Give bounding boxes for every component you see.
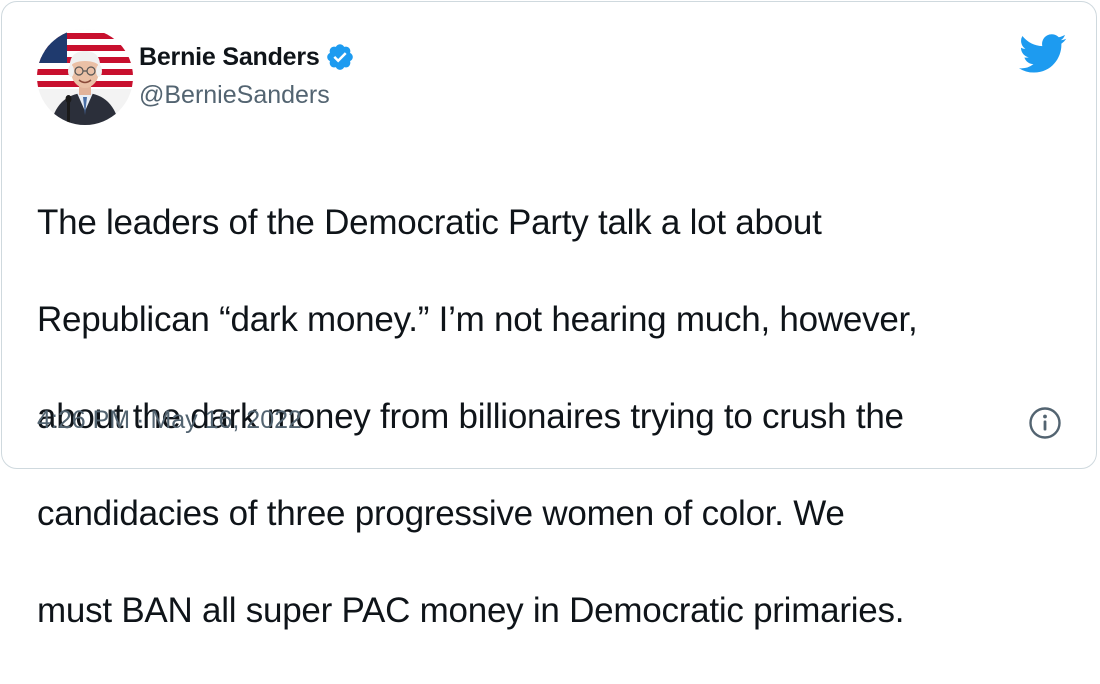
- tweet-timestamp[interactable]: 4:26 PM · May 16, 2022: [37, 406, 302, 435]
- tweet-text-line: candidacies of three progressive women o…: [37, 493, 845, 533]
- info-icon[interactable]: [1028, 406, 1062, 440]
- tweet-time[interactable]: 4:26 PM: [37, 406, 130, 435]
- avatar-image: [37, 29, 133, 125]
- author-name-row[interactable]: Bernie Sanders: [139, 40, 355, 74]
- tweet-date[interactable]: May 16, 2022: [150, 406, 302, 435]
- tweet-card[interactable]: Bernie Sanders @BernieSanders The leader…: [1, 1, 1097, 630]
- timestamp-separator: ·: [136, 406, 145, 434]
- twitter-bird-icon[interactable]: [1019, 34, 1067, 74]
- avatar[interactable]: [37, 29, 133, 125]
- tweet-text-line: must BAN all super PAC money in Democrat…: [37, 590, 905, 630]
- tweet-text-line: The leaders of the Democratic Party talk…: [37, 202, 822, 242]
- author-handle[interactable]: @BernieSanders: [139, 81, 330, 110]
- tweet-text-line: Republican “dark money.” I’m not hearing…: [37, 299, 918, 339]
- verified-badge-icon: [325, 42, 355, 72]
- author-display-name[interactable]: Bernie Sanders: [139, 43, 320, 72]
